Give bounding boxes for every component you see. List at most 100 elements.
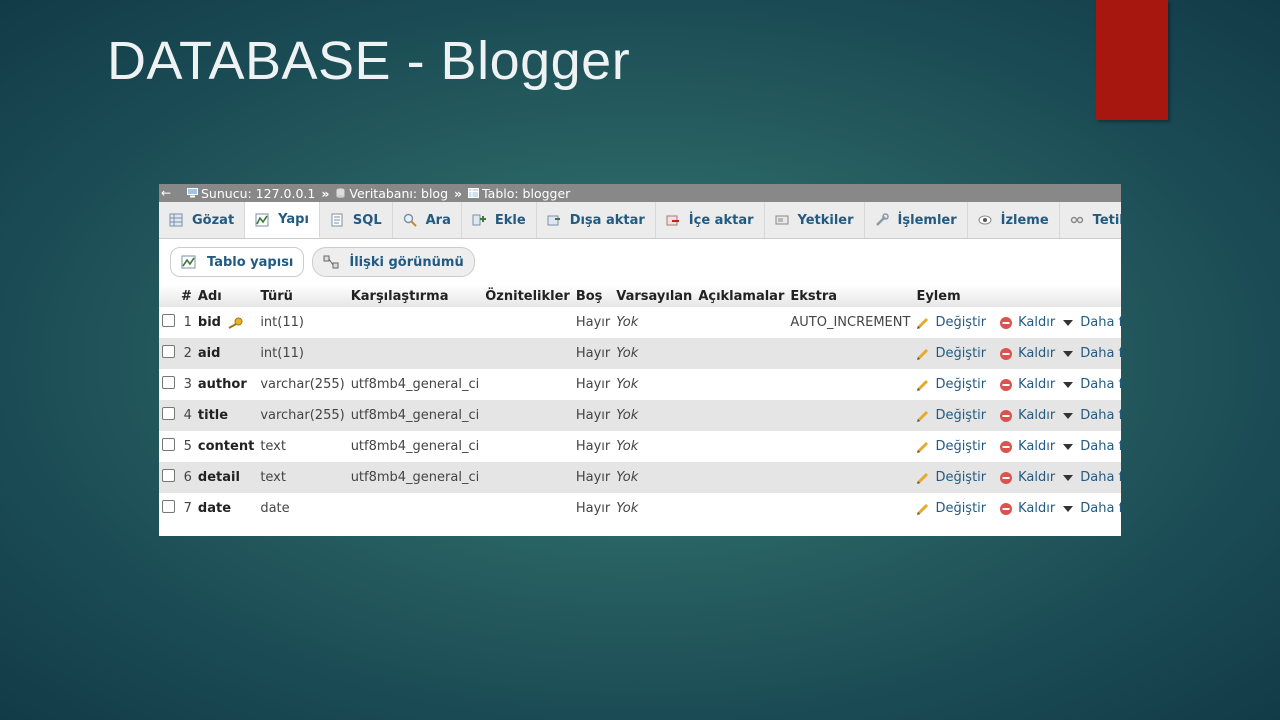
tab-tracking[interactable]: İzleme bbox=[967, 202, 1060, 238]
tab-browse[interactable]: Gözat bbox=[159, 202, 246, 238]
row-checkbox-cell bbox=[159, 462, 178, 493]
tab-operations[interactable]: İşlemler bbox=[864, 202, 968, 238]
tab-label: Ekle bbox=[494, 212, 526, 228]
row-checkbox[interactable] bbox=[162, 314, 175, 327]
edit-link[interactable]: Değiştir bbox=[935, 439, 986, 454]
drop-link[interactable]: Kaldır bbox=[1018, 439, 1055, 454]
tab-label: Ara bbox=[425, 212, 451, 228]
header-default[interactable]: Varsayılan bbox=[613, 285, 696, 307]
field-name: date bbox=[197, 501, 232, 516]
tab-structure[interactable]: Yapı bbox=[245, 202, 320, 238]
pencil-icon bbox=[917, 472, 929, 484]
field-null: Hayır bbox=[572, 400, 614, 431]
breadcrumb-database[interactable]: Veritabanı: blog bbox=[349, 186, 448, 201]
search-icon bbox=[403, 213, 417, 227]
header-attributes[interactable]: Öznitelikler bbox=[482, 285, 573, 307]
edit-action[interactable]: Değiştir bbox=[913, 493, 990, 524]
drop-icon bbox=[1000, 316, 1013, 329]
drop-link[interactable]: Kaldır bbox=[1018, 408, 1055, 423]
breadcrumb-server[interactable]: Sunucu: 127.0.0.1 bbox=[201, 186, 315, 201]
field-comments bbox=[695, 369, 788, 400]
drop-link[interactable]: Kaldır bbox=[1018, 346, 1055, 361]
tab-import[interactable]: İçe aktar bbox=[655, 202, 765, 238]
back-arrow-icon[interactable]: ← bbox=[159, 186, 173, 200]
edit-action[interactable]: Değiştir bbox=[913, 338, 990, 369]
edit-link[interactable]: Değiştir bbox=[935, 470, 986, 485]
field-attributes bbox=[482, 431, 573, 462]
row-checkbox[interactable] bbox=[162, 407, 175, 420]
header-extra[interactable]: Ekstra bbox=[787, 285, 914, 307]
row-checkbox-cell bbox=[159, 307, 178, 338]
browse-icon bbox=[169, 213, 183, 227]
header-collation[interactable]: Karşılaştırma bbox=[347, 285, 483, 307]
more-link[interactable]: Daha fazla bbox=[1080, 346, 1121, 361]
header-name[interactable]: Adı bbox=[194, 285, 258, 307]
row-checkbox[interactable] bbox=[162, 345, 175, 358]
drop-link[interactable]: Kaldır bbox=[1018, 470, 1055, 485]
drop-action[interactable]: Kaldır bbox=[989, 462, 1059, 493]
header-comments[interactable]: Açıklamalar bbox=[695, 285, 788, 307]
row-number: 5 bbox=[178, 431, 195, 462]
tab-insert[interactable]: Ekle bbox=[461, 202, 537, 238]
row-number: 6 bbox=[178, 462, 195, 493]
edit-link[interactable]: Değiştir bbox=[935, 315, 986, 330]
header-type[interactable]: Türü bbox=[257, 285, 348, 307]
sql-icon bbox=[331, 213, 343, 227]
tab-search[interactable]: Ara bbox=[392, 202, 462, 238]
more-action[interactable]: Daha fazla bbox=[1058, 307, 1121, 338]
table-body: 1 bid int(11) Hayır Yok AUTO_INCREMENT Değişti… bbox=[159, 307, 1121, 524]
edit-action[interactable]: Değiştir bbox=[913, 431, 990, 462]
more-link[interactable]: Daha fazla bbox=[1080, 377, 1121, 392]
field-comments bbox=[695, 462, 788, 493]
tab-export[interactable]: Dışa aktar bbox=[536, 202, 656, 238]
row-checkbox[interactable] bbox=[162, 500, 175, 513]
field-default: Yok bbox=[613, 369, 696, 400]
subtab-relation-view[interactable]: İlişki görünümü bbox=[312, 247, 475, 277]
row-checkbox[interactable] bbox=[162, 469, 175, 482]
row-number: 2 bbox=[178, 338, 195, 369]
server-icon bbox=[187, 188, 198, 198]
edit-link[interactable]: Değiştir bbox=[935, 408, 986, 423]
more-action[interactable]: Daha fazla bbox=[1058, 493, 1121, 524]
edit-action[interactable]: Değiştir bbox=[913, 462, 990, 493]
drop-link[interactable]: Kaldır bbox=[1018, 501, 1055, 516]
more-link[interactable]: Daha fazla bbox=[1080, 501, 1121, 516]
drop-link[interactable]: Kaldır bbox=[1018, 377, 1055, 392]
drop-link[interactable]: Kaldır bbox=[1018, 315, 1055, 330]
tab-privileges[interactable]: Yetkiler bbox=[764, 202, 865, 238]
more-action[interactable]: Daha fazla bbox=[1058, 400, 1121, 431]
more-action[interactable]: Daha fazla bbox=[1058, 338, 1121, 369]
subtab-table-structure[interactable]: Tablo yapısı bbox=[170, 247, 305, 277]
field-comments bbox=[695, 400, 788, 431]
drop-action[interactable]: Kaldır bbox=[989, 431, 1059, 462]
drop-action[interactable]: Kaldır bbox=[989, 493, 1059, 524]
more-link[interactable]: Daha fazla bbox=[1080, 439, 1121, 454]
more-link[interactable]: Daha fazla bbox=[1080, 470, 1121, 485]
header-null[interactable]: Boş bbox=[572, 285, 614, 307]
breadcrumb-table[interactable]: Tablo: blogger bbox=[482, 186, 570, 201]
row-checkbox[interactable] bbox=[162, 438, 175, 451]
more-action[interactable]: Daha fazla bbox=[1058, 462, 1121, 493]
drop-action[interactable]: Kaldır bbox=[989, 338, 1059, 369]
edit-link[interactable]: Değiştir bbox=[935, 346, 986, 361]
edit-link[interactable]: Değiştir bbox=[935, 377, 986, 392]
field-name-cell: date bbox=[194, 493, 258, 524]
field-name-cell: content bbox=[194, 431, 258, 462]
edit-action[interactable]: Değiştir bbox=[913, 307, 990, 338]
more-link[interactable]: Daha fazla bbox=[1080, 408, 1121, 423]
more-action[interactable]: Daha fazla bbox=[1058, 431, 1121, 462]
tab-triggers[interactable]: Tetikleyi bbox=[1059, 202, 1121, 238]
more-action[interactable]: Daha fazla bbox=[1058, 369, 1121, 400]
drop-action[interactable]: Kaldır bbox=[989, 400, 1059, 431]
drop-action[interactable]: Kaldır bbox=[989, 369, 1059, 400]
drop-action[interactable]: Kaldır bbox=[989, 307, 1059, 338]
row-checkbox[interactable] bbox=[162, 376, 175, 389]
edit-action[interactable]: Değiştir bbox=[913, 400, 990, 431]
edit-action[interactable]: Değiştir bbox=[913, 369, 990, 400]
phpmyadmin-screenshot: ← Sunucu: 127.0.0.1 » Veritabanı: blog »… bbox=[159, 184, 1121, 536]
more-link[interactable]: Daha fazla bbox=[1080, 315, 1121, 330]
tab-sql[interactable]: SQL bbox=[319, 202, 393, 238]
edit-link[interactable]: Değiştir bbox=[935, 501, 986, 516]
field-extra bbox=[787, 338, 914, 369]
field-extra bbox=[787, 462, 914, 493]
